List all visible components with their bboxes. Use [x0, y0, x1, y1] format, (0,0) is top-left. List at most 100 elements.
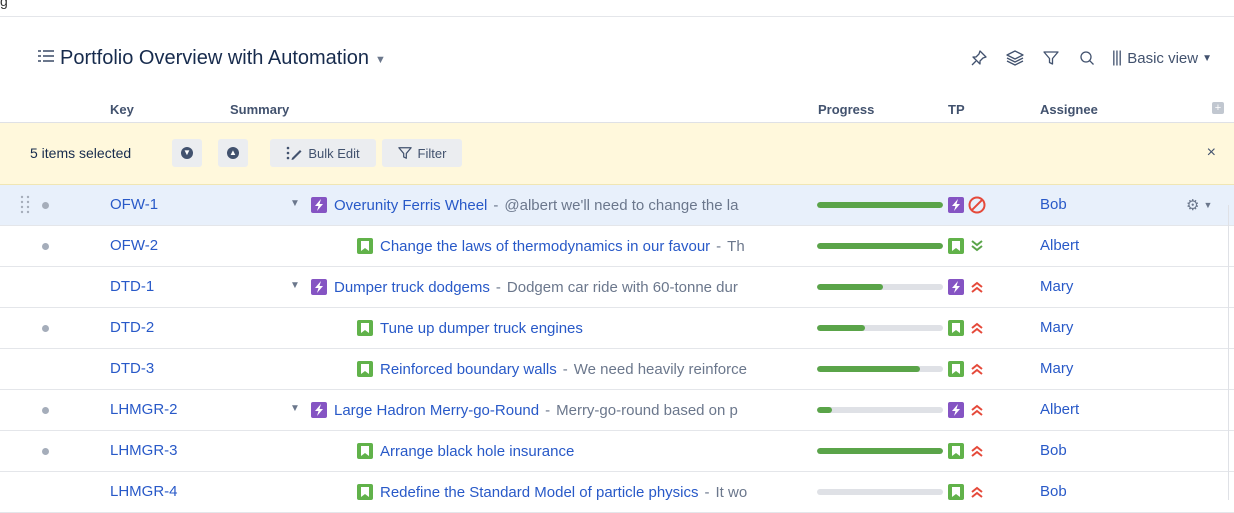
issue-title-link[interactable]: Large Hadron Merry-go-Round: [334, 402, 539, 419]
issue-title-link[interactable]: Dumper truck dodgems: [334, 279, 490, 296]
list-icon: [38, 49, 54, 68]
issue-key-link[interactable]: LHMGR-4: [110, 483, 178, 500]
type-priority-cell: [948, 359, 987, 379]
table-row[interactable]: LHMGR-2 ▼ Large Hadron Merry-go-Round - Merr…: [0, 390, 1234, 431]
text-fade: [772, 472, 812, 512]
summary-cell: Overunity Ferris Wheel - @albert we'll nee…: [311, 185, 812, 225]
expand-chevron-icon[interactable]: ▼: [290, 198, 300, 209]
assignee-link[interactable]: Mary: [1040, 360, 1073, 377]
text-fade: [772, 390, 812, 430]
summary-cell: Arrange black hole insurance: [357, 431, 812, 471]
issue-key-link[interactable]: DTD-2: [110, 319, 154, 336]
expand-chevron-icon[interactable]: ▼: [290, 280, 300, 291]
column-header-progress[interactable]: Progress: [818, 102, 874, 117]
status-dot: [42, 325, 49, 332]
column-header-assignee[interactable]: Assignee: [1040, 102, 1098, 117]
issue-key-link[interactable]: OFW-2: [110, 237, 158, 254]
epic-bolt-icon: [311, 197, 327, 213]
summary-separator: -: [493, 196, 499, 214]
issue-key-link[interactable]: DTD-3: [110, 360, 154, 377]
progress-bar-fill: [817, 243, 943, 249]
text-fade: [772, 226, 812, 266]
view-selector[interactable]: ||| Basic view ▼: [1112, 49, 1212, 67]
issue-title-link[interactable]: Redefine the Standard Model of particle …: [380, 484, 699, 501]
priority-highest-icon: [967, 441, 987, 461]
story-bookmark-icon: [948, 361, 964, 377]
issue-description: We need heavily reinforce: [573, 360, 747, 378]
table-row[interactable]: DTD-2 Tune up dumper truck engines Mary: [0, 308, 1234, 349]
assignee-link[interactable]: Bob: [1040, 442, 1067, 459]
assignee-link[interactable]: Albert: [1040, 237, 1079, 254]
progress-bar: [817, 243, 943, 249]
issue-title-link[interactable]: Tune up dumper truck engines: [380, 320, 583, 337]
drag-handle-icon[interactable]: [20, 194, 30, 216]
type-priority-cell: [948, 441, 987, 461]
progress-bar-fill: [817, 407, 833, 413]
summary-cell: Change the laws of thermodynamics in our…: [357, 226, 812, 266]
assignee-link[interactable]: Bob: [1040, 196, 1067, 213]
column-header-key[interactable]: Key: [110, 102, 134, 117]
table-row[interactable]: OFW-2 Change the laws of thermodynamics i…: [0, 226, 1234, 267]
progress-bar-fill: [817, 448, 943, 454]
story-bookmark-icon: [357, 361, 373, 377]
issue-key-link[interactable]: LHMGR-3: [110, 442, 178, 459]
filter-icon[interactable]: [1040, 47, 1062, 69]
progress-bar-fill: [817, 325, 865, 331]
epic-bolt-icon: [311, 279, 327, 295]
type-priority-cell: [948, 400, 987, 420]
filter-button[interactable]: Filter: [382, 139, 462, 167]
issue-title-link[interactable]: Change the laws of thermodynamics in our…: [380, 238, 710, 255]
summary-cell: Dumper truck dodgems - Dodgem car ride wit…: [311, 267, 812, 307]
close-icon[interactable]: ×: [1207, 144, 1216, 162]
issue-key-link[interactable]: LHMGR-2: [110, 401, 178, 418]
columns-icon: |||: [1111, 49, 1123, 66]
progress-bar-fill: [817, 366, 921, 372]
bulk-edit-label: Bulk Edit: [308, 145, 360, 161]
issue-title-link[interactable]: Reinforced boundary walls: [380, 361, 557, 378]
add-column-icon[interactable]: +: [1212, 102, 1224, 114]
status-dot: [42, 448, 49, 455]
scrollbar-track[interactable]: [1228, 205, 1229, 500]
issue-key-link[interactable]: DTD-1: [110, 278, 154, 295]
filter-label: Filter: [417, 145, 447, 161]
column-header-tp[interactable]: TP: [948, 102, 965, 117]
gear-icon: ⚙: [1186, 197, 1200, 214]
move-up-button[interactable]: ▲: [218, 139, 248, 167]
plan-title-dropdown[interactable]: Portfolio Overview with Automation ▼: [38, 40, 386, 76]
table-row[interactable]: DTD-3 Reinforced boundary walls - We need h…: [0, 349, 1234, 390]
type-priority-cell: [948, 277, 987, 297]
progress-bar: [817, 407, 943, 413]
issue-title-link[interactable]: Overunity Ferris Wheel: [334, 197, 487, 214]
summary-cell: Redefine the Standard Model of particle …: [357, 472, 812, 512]
table-row[interactable]: LHMGR-4 Redefine the Standard Model of pa…: [0, 472, 1234, 513]
issue-title-link[interactable]: Arrange black hole insurance: [380, 443, 574, 460]
bulk-edit-button[interactable]: Bulk Edit: [270, 139, 376, 167]
summary-separator: -: [495, 278, 501, 296]
pin-icon[interactable]: [968, 47, 990, 69]
table-row[interactable]: LHMGR-3 Arrange black hole insurance Bob: [0, 431, 1234, 472]
text-fade: [772, 349, 812, 389]
assignee-link[interactable]: Bob: [1040, 483, 1067, 500]
expand-chevron-icon[interactable]: ▼: [290, 403, 300, 414]
top-edge: g: [0, 0, 1234, 17]
table-row[interactable]: DTD-1 ▼ Dumper truck dodgems - Dodgem car ri…: [0, 267, 1234, 308]
bulk-edit-icon: [287, 146, 302, 160]
assignee-link[interactable]: Mary: [1040, 319, 1073, 336]
text-fade: [772, 267, 812, 307]
issue-description: Dodgem car ride with 60-tonne dur: [506, 278, 738, 296]
issue-description: It wo: [715, 483, 748, 501]
search-icon[interactable]: [1076, 47, 1098, 69]
assignee-link[interactable]: Mary: [1040, 278, 1073, 295]
priority-highest-icon: [967, 400, 987, 420]
selection-count: 5 items selected: [30, 145, 132, 161]
issue-key-link[interactable]: OFW-1: [110, 196, 158, 213]
assignee-link[interactable]: Albert: [1040, 401, 1079, 418]
move-down-button[interactable]: ▼: [172, 139, 202, 167]
selection-bar: 5 items selected ▼ ▲ Bulk Edit Filter ×: [0, 123, 1234, 185]
table-row[interactable]: OFW-1 ▼ Overunity Ferris Wheel - @albert we'…: [0, 185, 1234, 226]
summary-cell: Tune up dumper truck engines: [357, 308, 812, 348]
column-header-summary[interactable]: Summary: [230, 102, 289, 117]
layers-icon[interactable]: [1004, 47, 1026, 69]
row-actions-menu[interactable]: ⚙ ▼: [1186, 196, 1212, 214]
type-priority-cell: [948, 318, 987, 338]
